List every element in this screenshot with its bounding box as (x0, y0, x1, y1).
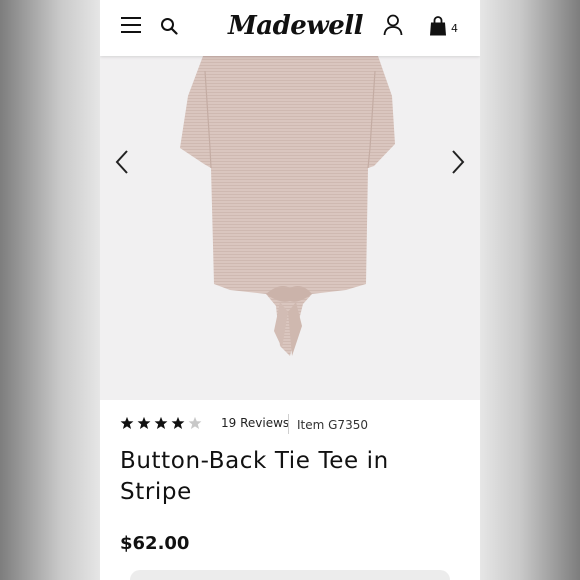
star-icon (154, 416, 168, 430)
brand-logo[interactable]: Madewell (228, 6, 364, 46)
top-navigation-bar: Madewell 4 (100, 0, 480, 56)
item-number: Item G7350 (297, 418, 368, 432)
bag-count[interactable]: 4 (451, 22, 458, 35)
rating-stars[interactable] (120, 416, 202, 430)
search-icon[interactable] (160, 17, 178, 35)
account-icon[interactable] (383, 14, 403, 36)
product-image (180, 56, 395, 356)
star-icon (120, 416, 134, 430)
backdrop-right (480, 0, 580, 580)
product-image-gallery[interactable] (100, 56, 480, 400)
product-price: $62.00 (120, 533, 190, 554)
app-screen: Madewell 4 19 Reviews Item G7350 Button-… (100, 0, 480, 580)
divider (288, 414, 289, 434)
star-icon (171, 416, 185, 430)
product-info: 19 Reviews Item G7350 Button-Back Tie Te… (100, 400, 480, 580)
shopping-bag-icon[interactable] (429, 16, 447, 36)
backdrop-left (0, 0, 100, 580)
chevron-left-icon[interactable] (112, 148, 132, 176)
star-empty-icon (188, 416, 202, 430)
reviews-link[interactable]: 19 Reviews (221, 416, 289, 430)
chevron-right-icon[interactable] (448, 148, 468, 176)
menu-icon[interactable] (121, 17, 141, 34)
star-icon (137, 416, 151, 430)
bottom-pill (130, 570, 450, 580)
product-title: Button-Back Tie Tee in Stripe (120, 448, 389, 505)
